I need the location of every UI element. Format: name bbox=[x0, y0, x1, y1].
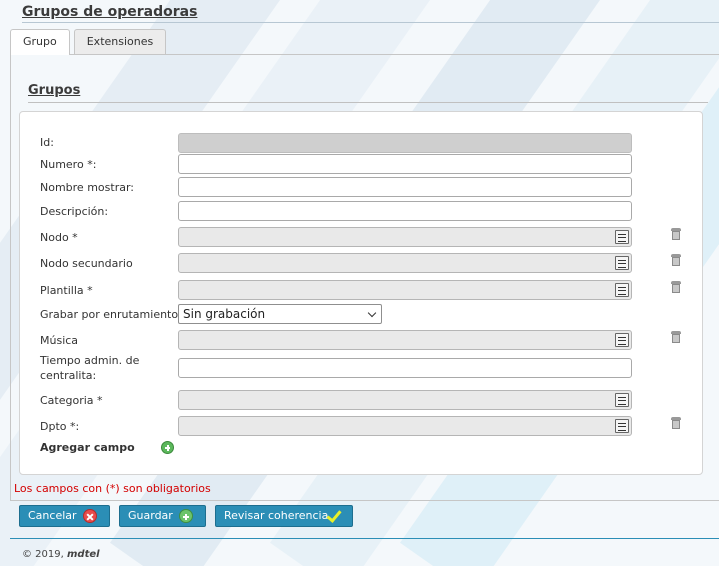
plantilla-lookup-field[interactable] bbox=[178, 280, 632, 300]
add-field-label: Agregar campo bbox=[40, 441, 135, 454]
tab-panel-border bbox=[10, 54, 11, 500]
chevron-down-icon bbox=[367, 308, 377, 318]
list-icon[interactable] bbox=[615, 256, 629, 270]
tab-extensiones[interactable]: Extensiones bbox=[73, 29, 167, 54]
grabar-label: Grabar por enrutamiento: bbox=[40, 308, 182, 321]
cancel-button-label: Cancelar bbox=[28, 509, 77, 522]
save-plus-icon bbox=[179, 509, 193, 523]
copyright-text: © 2019, bbox=[22, 549, 64, 560]
tiempo-admin-input[interactable] bbox=[178, 358, 632, 378]
list-icon[interactable] bbox=[615, 419, 629, 433]
dpto-label: Dpto *: bbox=[40, 420, 80, 433]
dpto-lookup-field[interactable] bbox=[178, 416, 632, 436]
trash-icon[interactable] bbox=[671, 281, 681, 293]
grabar-selected-value: Sin grabación bbox=[183, 307, 266, 321]
list-icon[interactable] bbox=[615, 230, 629, 244]
nodo-lookup-field[interactable] bbox=[178, 227, 632, 247]
required-fields-note: Los campos con (*) son obligatorios bbox=[14, 482, 211, 495]
list-icon[interactable] bbox=[615, 393, 629, 407]
nombre-mostrar-label: Nombre mostrar: bbox=[40, 181, 134, 194]
save-button-label: Guardar bbox=[128, 509, 173, 522]
nodo-secundario-label: Nodo secundario bbox=[40, 257, 133, 270]
numero-label: Numero *: bbox=[40, 158, 97, 171]
section-title: Grupos bbox=[28, 83, 81, 98]
plantilla-label: Plantilla * bbox=[40, 284, 93, 297]
check-coherence-label: Revisar coherencia bbox=[224, 509, 329, 522]
id-field bbox=[178, 133, 632, 153]
section-divider bbox=[28, 102, 708, 103]
tab-grupo[interactable]: Grupo bbox=[10, 29, 70, 55]
check-coherence-button[interactable]: Revisar coherencia bbox=[215, 505, 353, 527]
trash-icon[interactable] bbox=[671, 254, 681, 266]
footer: © 2019, mdtel bbox=[22, 549, 100, 560]
check-icon bbox=[324, 508, 342, 524]
footer-divider bbox=[10, 538, 719, 539]
id-label: Id: bbox=[40, 136, 54, 149]
tiempo-admin-label: Tiempo admin. de centralita: bbox=[40, 354, 140, 382]
numero-input[interactable] bbox=[178, 154, 632, 174]
title-divider bbox=[22, 22, 719, 23]
cancel-icon bbox=[83, 509, 97, 523]
trash-icon[interactable] bbox=[671, 331, 681, 343]
add-circle-icon[interactable] bbox=[161, 441, 174, 454]
grabar-select[interactable]: Sin grabación bbox=[178, 304, 382, 324]
list-icon[interactable] bbox=[615, 333, 629, 347]
categoria-lookup-field[interactable] bbox=[178, 390, 632, 410]
nombre-mostrar-input[interactable] bbox=[178, 177, 632, 197]
categoria-label: Categoria * bbox=[40, 394, 103, 407]
trash-icon[interactable] bbox=[671, 228, 681, 240]
form-panel: Id: Numero *: Nombre mostrar: Descripció… bbox=[19, 111, 703, 475]
descripcion-label: Descripción: bbox=[40, 205, 109, 218]
buttons-divider bbox=[10, 500, 719, 501]
list-icon[interactable] bbox=[615, 283, 629, 297]
brand-name: mdtel bbox=[67, 549, 100, 560]
musica-label: Música bbox=[40, 334, 79, 347]
musica-lookup-field[interactable] bbox=[178, 330, 632, 350]
save-button[interactable]: Guardar bbox=[119, 505, 206, 527]
tab-bar: Grupo Extensiones bbox=[10, 29, 170, 55]
nodo-secundario-lookup-field[interactable] bbox=[178, 253, 632, 273]
trash-icon[interactable] bbox=[671, 417, 681, 429]
nodo-label: Nodo * bbox=[40, 231, 78, 244]
descripcion-input[interactable] bbox=[178, 201, 632, 221]
page-title: Grupos de operadoras bbox=[22, 4, 198, 20]
cancel-button[interactable]: Cancelar bbox=[19, 505, 110, 527]
